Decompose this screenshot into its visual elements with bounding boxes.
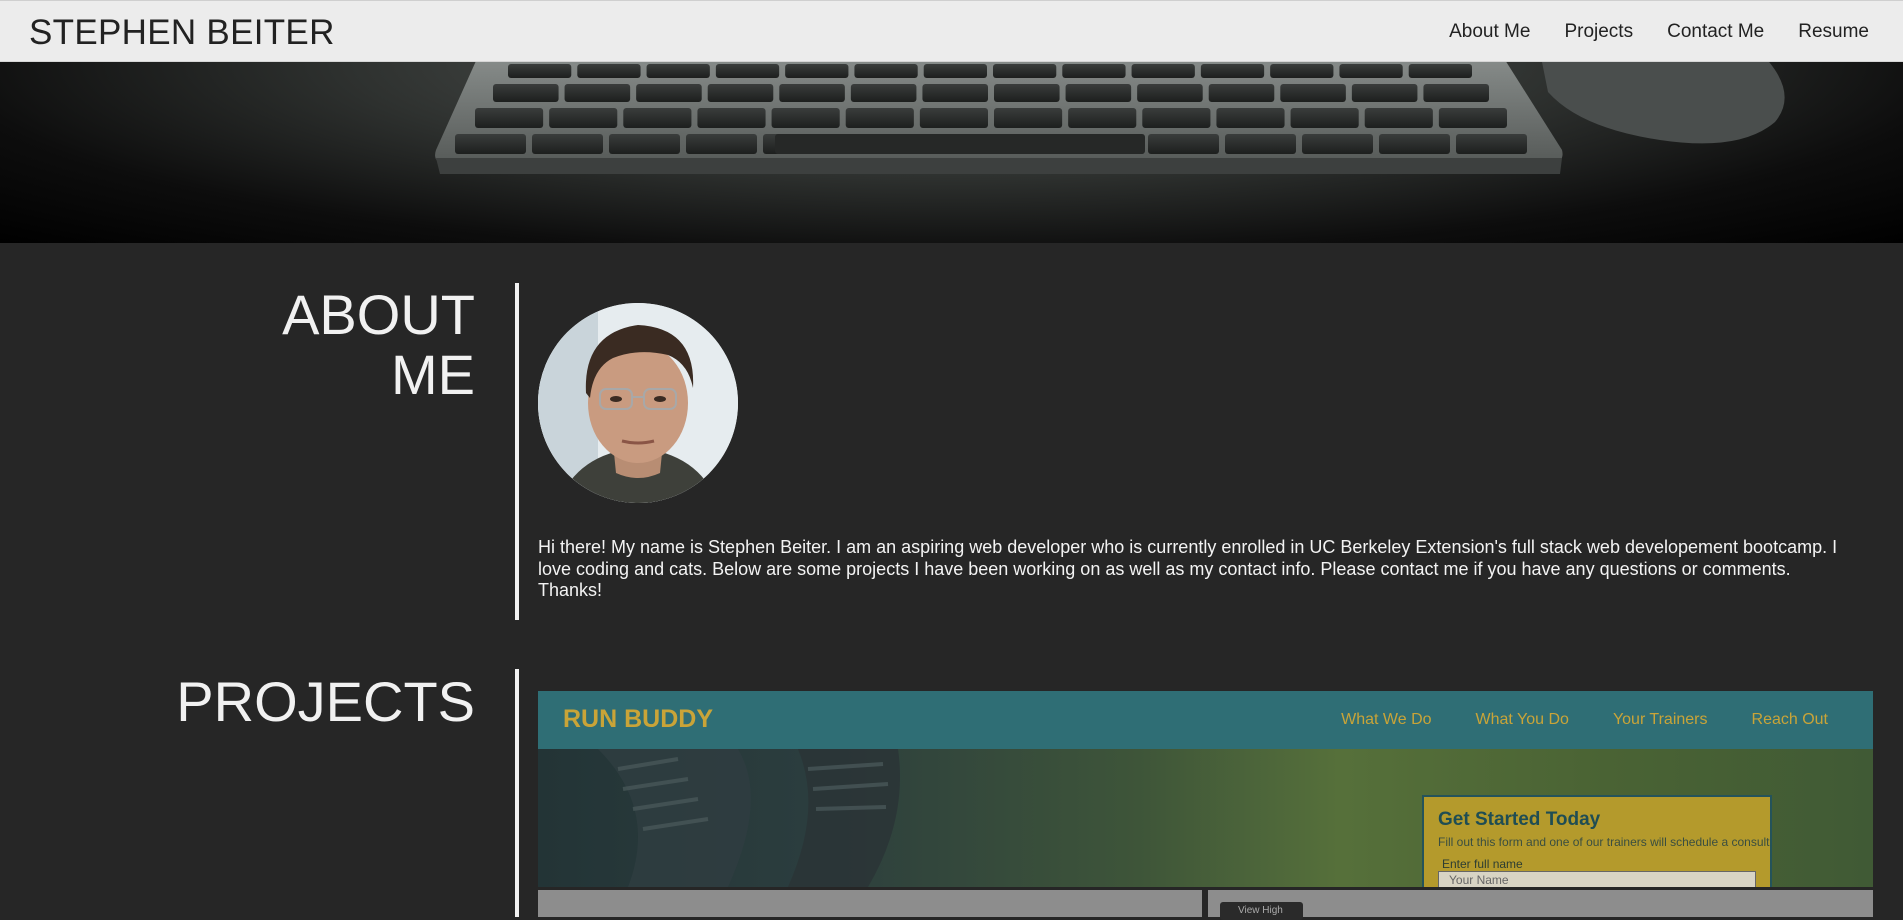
keyboard-key [922,84,988,102]
project-thumbnail-2[interactable]: View High [1208,890,1873,920]
keyboard-key [771,108,840,128]
about-section-title: ABOUT ME [240,285,475,405]
keyboard-key [1068,108,1137,128]
thumbnail-view-button[interactable]: View High [1220,902,1303,920]
run-buddy-name-field: Your Name [1438,871,1756,887]
project-run-buddy-screenshot[interactable]: RUN BUDDY What We Do What You Do Your Tr… [538,691,1873,887]
projects-divider [515,669,519,917]
keyboard-key [1339,64,1403,78]
keyboard-key [1364,108,1433,128]
site-header: STEPHEN BEITER About Me Projects Contact… [0,0,1903,62]
nav-resume[interactable]: Resume [1798,21,1869,43]
keyboard-key [646,64,710,78]
keyboard-key [564,84,631,102]
keyboard-key [715,64,780,78]
keyboard-key [923,64,987,78]
keyboard-key [919,108,988,128]
nav-projects[interactable]: Projects [1564,21,1633,43]
keyboard-key [1351,84,1418,102]
run-buddy-card-subtitle: Fill out this form and one of our traine… [1438,835,1770,849]
keyboard-key [854,64,918,78]
keyboard-key [994,84,1060,102]
run-buddy-nav-what-you-do: What You Do [1475,711,1569,728]
keyboard-key [493,84,559,102]
nav-contact-me[interactable]: Contact Me [1667,21,1764,43]
keyboard-key [686,134,757,154]
keyboard-key [475,108,544,128]
keyboard-key [785,64,849,78]
run-buddy-field-label: Enter full name [1442,857,1523,871]
keyboard-key [994,108,1063,128]
keyboard-key [850,84,917,102]
keyboard-key [1216,108,1285,128]
keyboard-key [697,108,766,128]
keyboard-key [779,84,845,102]
main-nav: About Me Projects Contact Me Resume [1449,21,1869,43]
keyboard-key [577,64,641,78]
keyboard-key [1142,108,1211,128]
run-buddy-nav-reach-out: Reach Out [1751,711,1828,728]
keyboard-key [1290,108,1359,128]
keyboard-key [508,64,572,78]
about-divider [515,283,519,620]
projects-section-title: PROJECTS [176,670,475,733]
keyboard-key [845,108,914,128]
profile-photo [538,303,738,503]
keyboard-key [1379,134,1450,154]
keyboard-key [1456,134,1527,154]
keyboard-key [1302,134,1373,154]
run-buddy-nav-what-we-do: What We Do [1341,711,1432,728]
keyboard-key [1148,134,1219,154]
keyboard-key [1280,84,1346,102]
keyboard-key [532,134,603,154]
keyboard-key [609,134,680,154]
keyboard-key [1137,84,1203,102]
keyboard-spacebar [775,134,1145,154]
keyboard-key [1200,64,1265,78]
keyboard-key [1131,64,1195,78]
keyboard-key [1270,64,1334,78]
about-description: Hi there! My name is Stephen Beiter. I a… [538,537,1838,600]
run-buddy-nav-your-trainers: Your Trainers [1612,711,1708,728]
nav-about-me[interactable]: About Me [1449,21,1530,43]
profile-face-image [538,303,738,503]
keyboard-key [623,108,692,128]
keyboard-key [549,108,618,128]
keyboard-key [707,84,774,102]
run-buddy-card-title: Get Started Today [1438,809,1601,830]
run-buddy-brand: RUN BUDDY [563,705,713,733]
run-buddy-signup-card: Get Started Today Fill out this form and… [1422,795,1772,887]
keyboard-key [1225,134,1296,154]
keyboard-key [1423,84,1489,102]
keyboard-key [1065,84,1132,102]
keyboard-key [993,64,1057,78]
about-title-line1: ABOUT [282,283,475,346]
keyboard-key [1208,84,1275,102]
keyboard-key [1438,108,1507,128]
run-buddy-header: RUN BUDDY What We Do What You Do Your Tr… [538,691,1873,749]
hero-keyboard-image [0,62,1903,243]
keyboard-key [636,84,702,102]
about-title-line2: ME [391,343,475,406]
keyboard-illustration [435,62,1785,174]
keyboard-key [455,134,526,154]
keyboard-key [1062,64,1126,78]
project-thumbnails: View High [538,890,1873,920]
run-buddy-nav: What We Do What You Do Your Trainers Rea… [1341,711,1828,729]
project-thumbnail-1[interactable] [538,890,1202,917]
site-brand[interactable]: STEPHEN BEITER [29,13,335,53]
keyboard-key [1408,64,1472,78]
